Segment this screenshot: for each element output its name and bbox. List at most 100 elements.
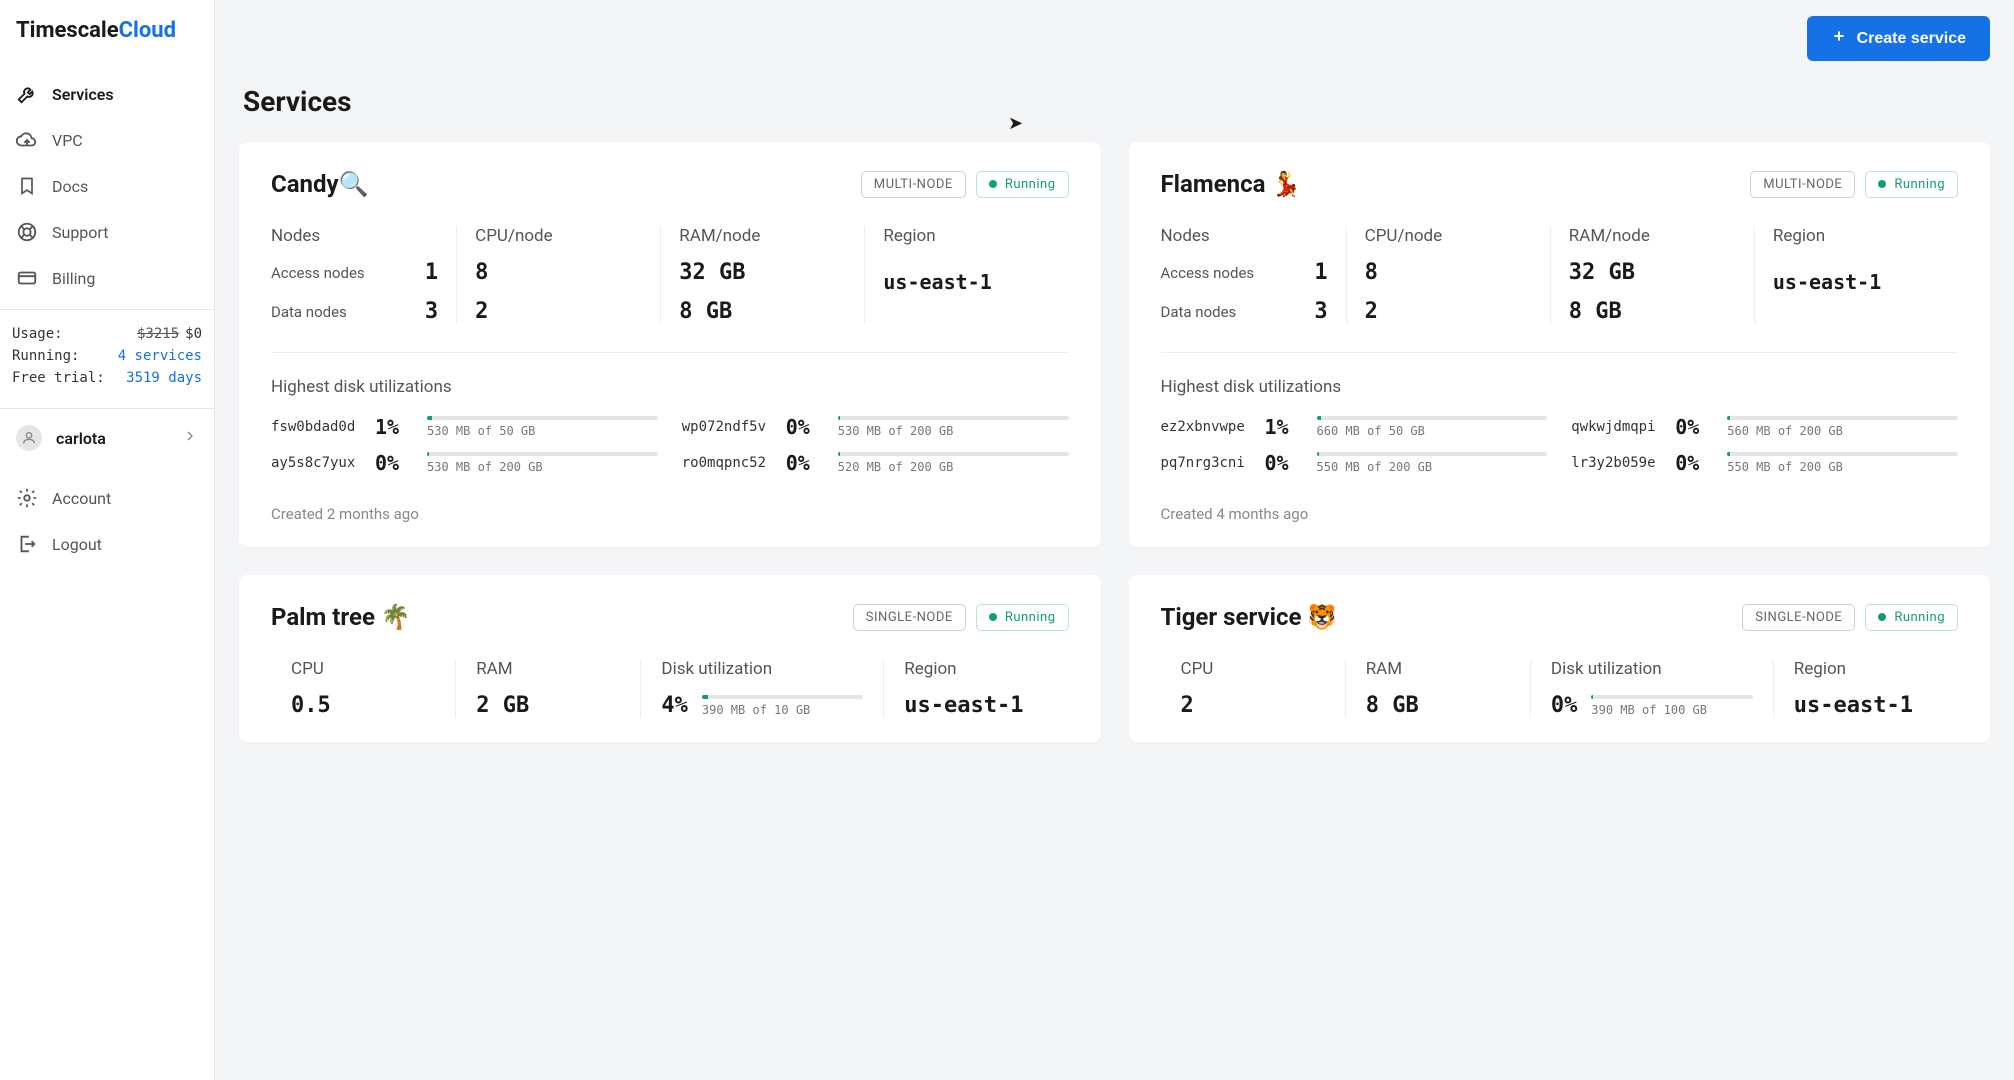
disk-pct: 0%: [1265, 451, 1305, 475]
usage-value: $0: [185, 326, 202, 342]
lifebuoy-icon: [16, 221, 38, 243]
disk-id: pq7nrg3cni: [1161, 455, 1253, 471]
sidebar-item-services[interactable]: Services: [0, 71, 214, 117]
disk-bar: [1727, 416, 1958, 420]
stat-label: Region: [1794, 659, 1938, 679]
card-icon: [16, 267, 38, 289]
stat-value: 3: [425, 299, 438, 324]
node-type-badge: MULTI-NODE: [1750, 171, 1855, 198]
cloud-upload-icon: [16, 129, 38, 151]
node-type-badge: MULTI-NODE: [861, 171, 966, 198]
sidebar-item-label: Logout: [52, 535, 102, 554]
disk-pct: 1%: [375, 415, 415, 439]
service-name: Flamenca 💃: [1161, 170, 1302, 198]
stat-value: 1: [1314, 260, 1327, 285]
wrench-icon: [16, 83, 38, 105]
avatar: [16, 425, 42, 451]
disk-sub: 530 MB of 50 GB: [427, 424, 658, 438]
stat-value: 3: [1314, 299, 1327, 324]
stat-value: 8 GB: [1366, 693, 1510, 718]
stat-label: RAM/node: [679, 226, 846, 246]
node-type-badge: SINGLE-NODE: [1742, 604, 1855, 631]
sidebar-item-support[interactable]: Support: [0, 209, 214, 255]
disk-bar: [1727, 452, 1958, 456]
usage-label: Usage:: [12, 326, 63, 342]
sidebar-item-label: Billing: [52, 269, 95, 288]
stat-label: CPU: [291, 659, 435, 679]
disk-bar: [427, 452, 658, 456]
trial-value[interactable]: 3519 days: [126, 370, 202, 386]
sidebar: TimescaleCloud Services VPC Docs Support…: [0, 0, 215, 1080]
status-badge: Running: [1865, 171, 1958, 198]
disk-title: Highest disk utilizations: [271, 377, 1069, 397]
stat-label: Region: [1773, 226, 1940, 246]
disk-id: qwkwjdmqpi: [1571, 419, 1663, 435]
disk-bar: [1317, 452, 1548, 456]
disk-sub: 660 MB of 50 GB: [1317, 424, 1548, 438]
service-name: Tiger service 🐯: [1161, 603, 1338, 631]
disk-sub: 550 MB of 200 GB: [1727, 460, 1958, 474]
create-service-button[interactable]: Create service: [1807, 16, 1990, 61]
plus-icon: [1831, 28, 1847, 49]
lower-nav: Account Logout: [0, 467, 214, 575]
topbar: Create service: [239, 16, 1990, 61]
stat-value: 0.5: [291, 693, 435, 718]
stat-value: 8 GB: [1569, 299, 1622, 324]
stat-label: RAM: [476, 659, 620, 679]
sidebar-item-account[interactable]: Account: [0, 475, 214, 521]
service-cards: Candy🔍 MULTI-NODE Running Nodes Access n…: [239, 142, 1990, 742]
sidebar-item-label: Docs: [52, 177, 88, 196]
disk-sub: 550 MB of 200 GB: [1317, 460, 1548, 474]
status-badge: Running: [976, 171, 1069, 198]
usage-strike: $3215: [137, 326, 179, 342]
disk-pct: 0%: [786, 451, 826, 475]
stat-label: Nodes: [271, 226, 438, 246]
disk-pct: 1%: [1265, 415, 1305, 439]
sidebar-item-label: Services: [52, 85, 114, 104]
service-name: Candy🔍: [271, 170, 368, 198]
created-text: Created 4 months ago: [1161, 505, 1959, 523]
running-value[interactable]: 4 services: [118, 348, 202, 364]
sidebar-item-vpc[interactable]: VPC: [0, 117, 214, 163]
disk-bar: [1317, 416, 1548, 420]
sidebar-item-docs[interactable]: Docs: [0, 163, 214, 209]
disk-row: fsw0bdad0d1%530 MB of 50 GB: [271, 415, 658, 439]
disk-row: pq7nrg3cni 0% 550 MB of 200 GB: [1161, 451, 1548, 475]
stat-sublabel: Access nodes: [1161, 264, 1255, 282]
sidebar-item-label: VPC: [52, 131, 83, 150]
stat-value: 2: [1181, 693, 1325, 718]
stat-label: Region: [904, 659, 1048, 679]
disk-pct: 0%: [1675, 451, 1715, 475]
disk-title: Highest disk utilizations: [1161, 377, 1959, 397]
stat-value: 4%: [661, 693, 688, 718]
disk-bar: [838, 416, 1069, 420]
profile-name: carlota: [56, 429, 168, 448]
disk-sub: 520 MB of 200 GB: [838, 460, 1069, 474]
sidebar-item-label: Support: [52, 223, 108, 242]
stat-label: Disk utilization: [661, 659, 863, 679]
stat-label: RAM: [1366, 659, 1510, 679]
disk-row: qwkwjdmqpi0%560 MB of 200 GB: [1571, 415, 1958, 439]
sidebar-nav: Services VPC Docs Support Billing: [0, 71, 214, 310]
stat-value: us-east-1: [1794, 693, 1938, 718]
sidebar-item-logout[interactable]: Logout: [0, 521, 214, 567]
service-card[interactable]: Flamenca 💃 MULTI-NODE Running Nodes Acce…: [1129, 142, 1991, 547]
usage-panel: Usage: $3215$0 Running: 4 services Free …: [0, 310, 214, 409]
disk-sub: 390 MB of 100 GB: [1591, 703, 1752, 717]
disk-sub: 530 MB of 200 GB: [427, 460, 658, 474]
sidebar-item-label: Account: [52, 489, 111, 508]
stat-label: Nodes: [1161, 226, 1328, 246]
disk-pct: 0%: [375, 451, 415, 475]
profile-row[interactable]: carlota: [0, 409, 214, 467]
node-type-badge: SINGLE-NODE: [853, 604, 966, 631]
dot-icon: [989, 180, 997, 188]
running-label: Running:: [12, 348, 79, 364]
service-card[interactable]: Tiger service 🐯 SINGLE-NODE Running CPU …: [1129, 575, 1991, 742]
service-card[interactable]: Candy🔍 MULTI-NODE Running Nodes Access n…: [239, 142, 1101, 547]
service-card[interactable]: Palm tree 🌴 SINGLE-NODE Running CPU 0.5 …: [239, 575, 1101, 742]
page-title: Services: [243, 85, 1990, 118]
stat-sublabel: Access nodes: [271, 264, 365, 282]
disk-sub: 530 MB of 200 GB: [838, 424, 1069, 438]
status-badge: Running: [976, 604, 1069, 631]
sidebar-item-billing[interactable]: Billing: [0, 255, 214, 301]
